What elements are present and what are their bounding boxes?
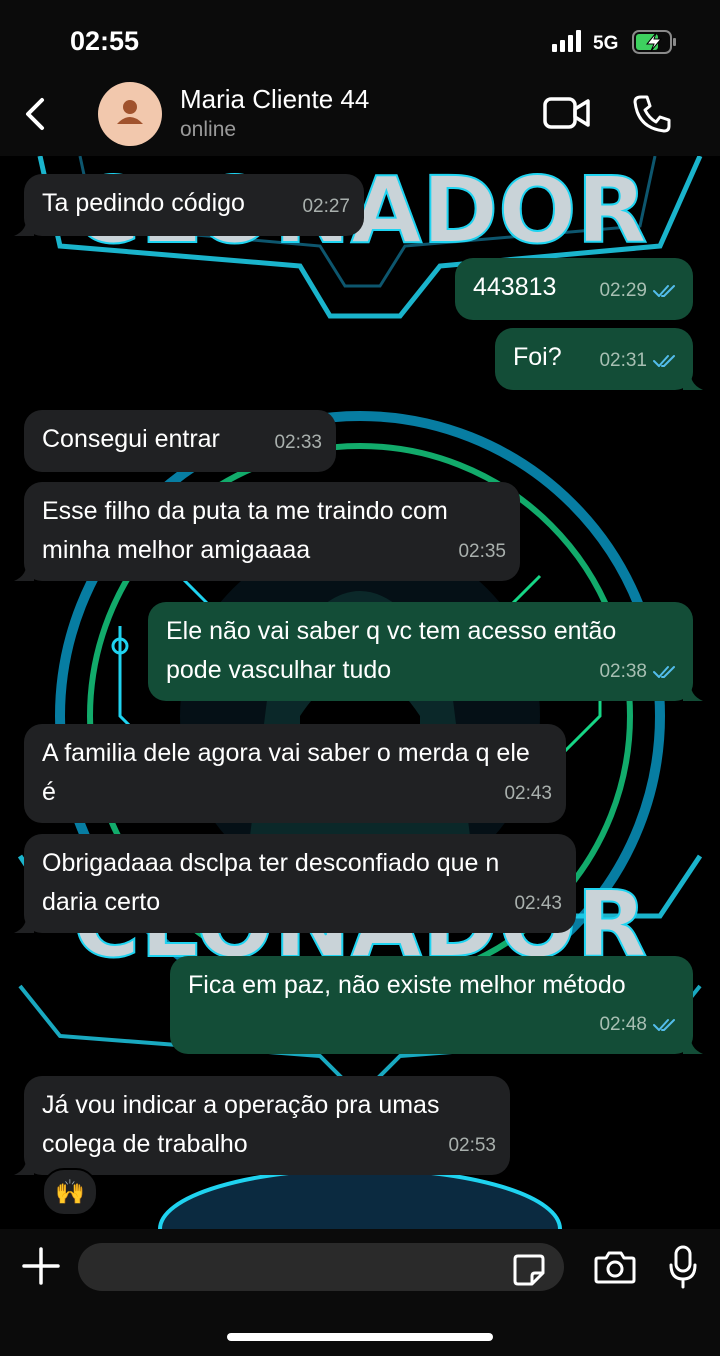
- message-bubble-outgoing[interactable]: Foi? 02:31: [495, 328, 703, 390]
- message-time: 02:38: [599, 661, 647, 682]
- plus-icon[interactable]: [22, 1247, 60, 1285]
- sticker-icon[interactable]: [512, 1253, 546, 1287]
- message-time: 02:53: [448, 1135, 496, 1156]
- camera-icon[interactable]: [594, 1249, 636, 1285]
- bubble-tail: [683, 370, 703, 390]
- message-bubble-incoming[interactable]: A familia dele agora vai saber o merda q…: [24, 724, 566, 823]
- battery-charging-icon: [632, 30, 676, 54]
- message-bubble-incoming[interactable]: Consegui entrar 02:33: [24, 410, 336, 472]
- message-bubble-incoming[interactable]: Esse filho da puta ta me traindo com min…: [14, 482, 520, 581]
- message-text: A familia dele agora vai saber o merda q…: [42, 739, 537, 806]
- person-icon: [117, 100, 143, 124]
- message-time: 02:48: [599, 1014, 647, 1035]
- message-reaction[interactable]: 🙌: [42, 1168, 98, 1216]
- message-input[interactable]: [78, 1243, 564, 1291]
- message-bubble-incoming[interactable]: Ta pedindo código 02:27: [14, 174, 364, 236]
- message-bubble-outgoing[interactable]: Ele não vai saber q vc tem acesso então …: [148, 602, 703, 701]
- phone-call-icon[interactable]: [632, 94, 672, 134]
- read-receipt-icon: [653, 354, 675, 367]
- read-receipt-icon: [653, 1018, 675, 1031]
- back-arrow-icon[interactable]: [22, 94, 52, 134]
- contact-status: online: [180, 118, 237, 141]
- message-time: 02:31: [599, 350, 647, 371]
- contact-name[interactable]: Maria Cliente 44: [180, 84, 369, 115]
- message-bubble-incoming[interactable]: Obrigadaaa dsclpa ter desconfiado que n …: [14, 834, 576, 933]
- message-bubble-outgoing[interactable]: 443813 02:29: [455, 258, 693, 320]
- message-bubble-incoming[interactable]: Já vou indicar a operação pra umas coleg…: [14, 1076, 510, 1175]
- chat-area[interactable]: CLONADOR CLONADOR Ta pedindo código 02:2…: [0, 156, 720, 1229]
- read-receipt-icon: [653, 665, 675, 678]
- message-text: Obrigadaaa dsclpa ter desconfiado que n …: [42, 849, 507, 916]
- bubble-tail: [683, 681, 703, 701]
- microphone-icon[interactable]: [668, 1245, 698, 1289]
- message-time: 02:29: [599, 280, 647, 301]
- message-text: Fica em paz, não existe melhor método: [188, 971, 626, 999]
- home-indicator[interactable]: [227, 1333, 493, 1341]
- message-time: 02:43: [504, 783, 552, 804]
- read-receipt-icon: [653, 284, 675, 297]
- message-composer: [0, 1229, 720, 1356]
- status-bar: 02:55 5G: [0, 0, 720, 80]
- bubble-tail: [14, 1155, 34, 1175]
- bubble-tail: [14, 216, 34, 236]
- message-text: Ta pedindo código: [42, 189, 245, 217]
- message-time: 02:27: [302, 196, 350, 217]
- reaction-emoji: 🙌: [55, 1178, 85, 1206]
- bubble-tail: [14, 561, 34, 581]
- message-time: 02:43: [514, 893, 562, 914]
- status-time: 02:55: [70, 26, 140, 56]
- chat-header: Maria Cliente 44 online: [0, 80, 720, 156]
- signal-icon: [552, 30, 581, 52]
- message-time: 02:35: [458, 541, 506, 562]
- message-time: 02:33: [274, 432, 322, 453]
- message-bubble-outgoing[interactable]: Fica em paz, não existe melhor método 02…: [170, 956, 703, 1054]
- message-text: Esse filho da puta ta me traindo com min…: [42, 497, 455, 564]
- network-label: 5G: [593, 33, 619, 54]
- bubble-tail: [683, 1034, 703, 1054]
- video-call-icon[interactable]: [543, 96, 591, 130]
- contact-avatar[interactable]: [98, 82, 162, 146]
- message-text: Já vou indicar a operação pra umas coleg…: [42, 1091, 447, 1158]
- bubble-tail: [14, 913, 34, 933]
